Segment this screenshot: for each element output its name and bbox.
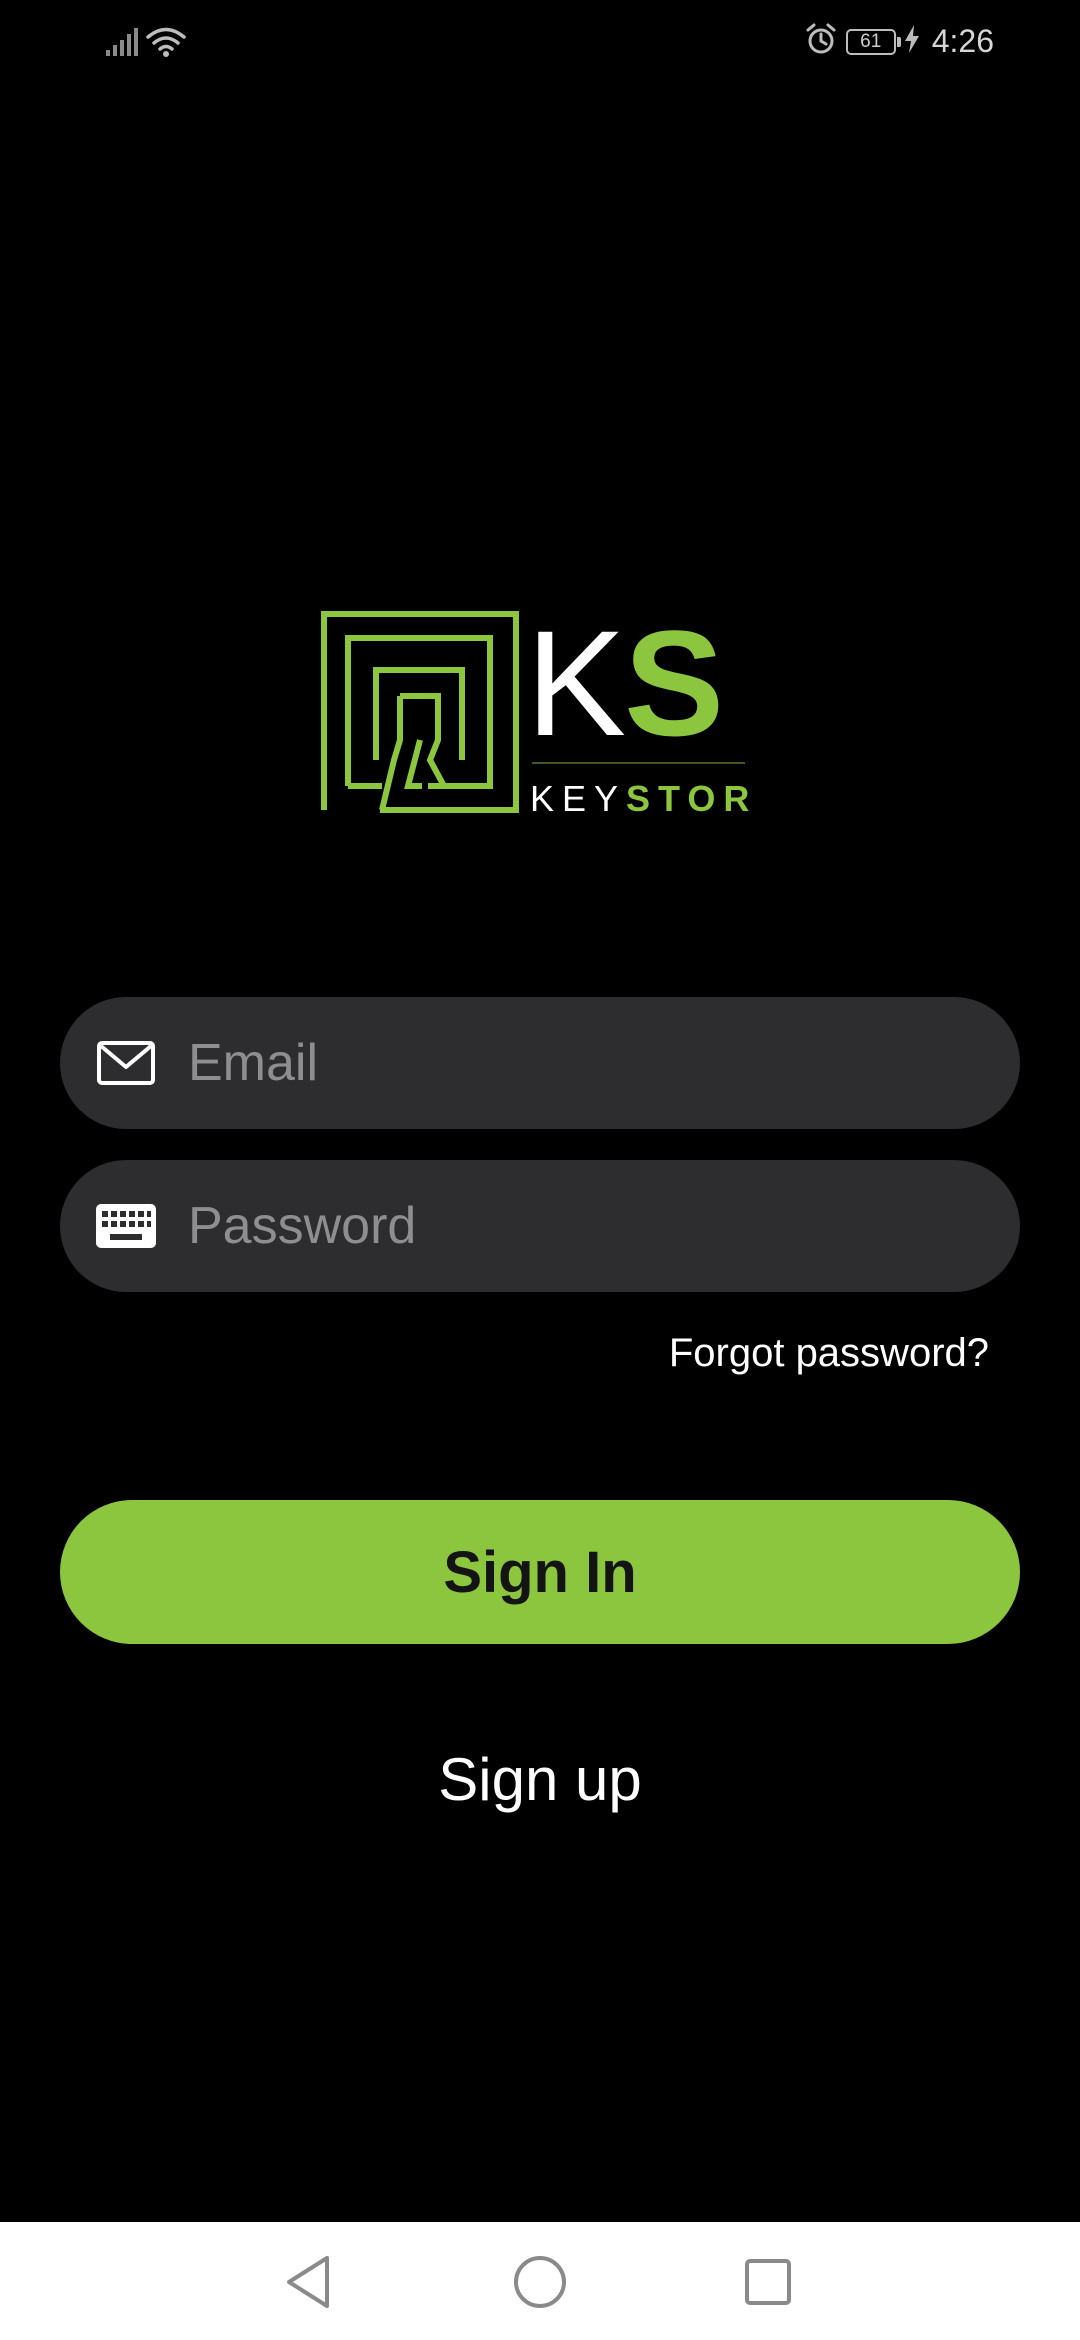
forgot-password-link[interactable]: Forgot password? [669, 1328, 989, 1378]
back-icon[interactable] [278, 2252, 338, 2312]
status-left [106, 26, 186, 63]
system-navigation-bar [0, 2222, 1080, 2340]
status-bar: 61 4:26 [0, 0, 1080, 84]
email-field[interactable] [188, 1033, 960, 1093]
logo-wordmark: KEYSTOR [530, 778, 757, 820]
logo-monogram-s: S [624, 599, 724, 767]
sign-up-link[interactable]: Sign up [0, 1740, 1080, 1820]
logo-monogram-k: K [526, 599, 626, 767]
home-icon[interactable] [510, 2252, 570, 2312]
battery-icon: 61 [845, 28, 901, 55]
keystor-logo: KS KEYSTOR [320, 608, 760, 820]
sign-in-label: Sign In [443, 1539, 637, 1605]
wifi-icon [146, 26, 186, 63]
email-field-container[interactable] [60, 997, 1020, 1129]
logo-wordmark-key: KEY [530, 778, 627, 819]
cell-signal-icon [106, 28, 140, 63]
logo-divider [532, 762, 745, 764]
password-field-container[interactable] [60, 1160, 1020, 1292]
sign-in-button[interactable]: Sign In [60, 1500, 1020, 1644]
mail-icon [96, 1038, 156, 1088]
keyboard-icon [96, 1201, 156, 1251]
recents-icon[interactable] [738, 2252, 798, 2312]
charging-icon [904, 25, 920, 58]
alarm-icon [804, 22, 838, 61]
status-time: 4:26 [931, 23, 994, 59]
logo-monogram: KS [526, 608, 724, 758]
logo-wordmark-stor: STOR [626, 778, 758, 819]
status-right: 61 4:26 [804, 22, 994, 61]
password-field[interactable] [188, 1196, 960, 1256]
logo-emblem [321, 611, 519, 813]
battery-level: 61 [860, 30, 882, 52]
